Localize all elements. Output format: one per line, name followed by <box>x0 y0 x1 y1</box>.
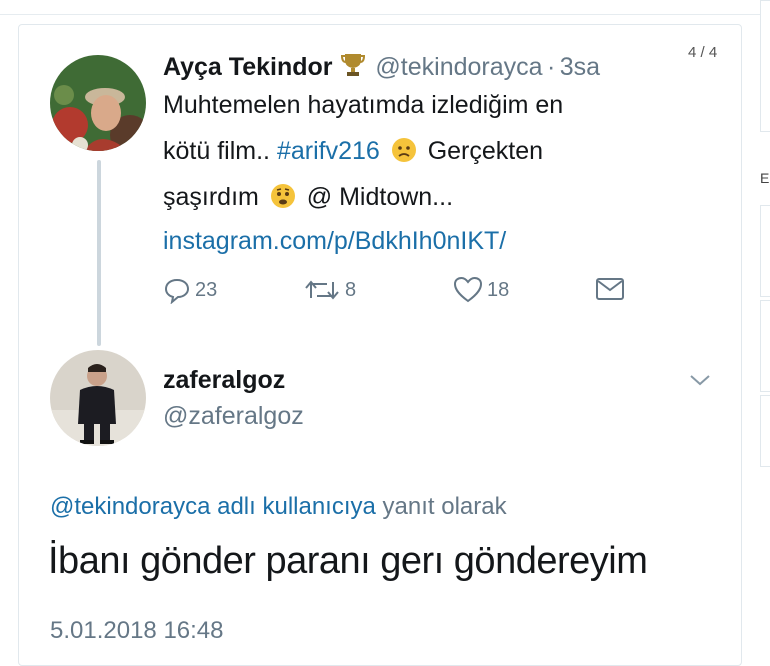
top-divider <box>0 14 770 15</box>
rail-panel <box>760 0 770 132</box>
tweet-text: Gerçekten <box>427 137 544 165</box>
right-rail <box>752 0 770 653</box>
tweet-text: kötü film.. <box>163 137 270 165</box>
thread-line <box>97 160 101 346</box>
author-handle[interactable]: @tekindorayca <box>375 53 542 81</box>
image-counter: 4 / 4 <box>686 44 720 61</box>
rail-panel <box>760 395 770 467</box>
tweet-actions: 23 8 18 <box>163 276 643 308</box>
reply-author-name[interactable]: zaferalgoz <box>163 366 285 395</box>
reply-button[interactable]: 23 <box>163 276 217 304</box>
rail-label: E <box>760 170 770 186</box>
retweet-icon <box>303 276 341 304</box>
tweet-header: Ayça Tekindor @tekindorayca · 3sa <box>163 52 600 83</box>
reply-text: İbanı gönder paranı gerı göndereyim <box>48 540 648 582</box>
avatar[interactable] <box>50 55 146 151</box>
frowning-face-icon <box>391 132 417 178</box>
location-mention: @ Midtown... <box>306 183 454 211</box>
envelope-icon <box>595 276 625 302</box>
like-count: 18 <box>487 278 510 301</box>
instagram-link[interactable]: instagram.com/p/BdkhIh0nIKT/ <box>163 218 506 264</box>
rail-panel <box>760 205 770 297</box>
reply-mention-link[interactable]: @tekindorayca adlı kullanıcıya <box>50 493 376 520</box>
reply-icon <box>163 276 191 304</box>
retweet-button[interactable]: 8 <box>303 276 356 304</box>
tweet-time[interactable]: 3sa <box>560 53 600 81</box>
tweet-text-line: şaşırdım @ Midtown... <box>163 174 453 224</box>
hashtag-link[interactable]: #arifv216 <box>277 137 380 165</box>
avatar[interactable] <box>50 350 146 446</box>
retweet-count: 8 <box>345 278 357 301</box>
chevron-down-icon[interactable] <box>688 372 712 393</box>
like-button[interactable]: 18 <box>453 276 509 304</box>
reply-context: @tekindorayca adlı kullanıcıya yanıt ola… <box>50 493 507 521</box>
rail-panel <box>760 300 770 392</box>
reply-timestamp[interactable]: 5.01.2018 16:48 <box>50 617 224 645</box>
reply-context-text: yanıt olarak <box>382 493 507 520</box>
tweet-text-line: kötü film.. #arifv216 Gerçekten <box>163 128 543 178</box>
message-button[interactable] <box>595 276 625 302</box>
reply-author-handle[interactable]: @zaferalgoz <box>163 402 304 431</box>
page: E 4 / 4 Ayça Tekindor @tekindorayca · 3s… <box>0 0 770 666</box>
separator: · <box>547 53 556 81</box>
tweet-text-line: Muhtemelen hayatımda izlediğim en <box>163 91 564 119</box>
heart-icon <box>453 276 483 304</box>
author-name[interactable]: Ayça Tekindor <box>163 53 333 81</box>
tweet-text: şaşırdım <box>163 183 259 211</box>
reply-count: 23 <box>195 278 218 301</box>
trophy-icon <box>340 52 365 83</box>
